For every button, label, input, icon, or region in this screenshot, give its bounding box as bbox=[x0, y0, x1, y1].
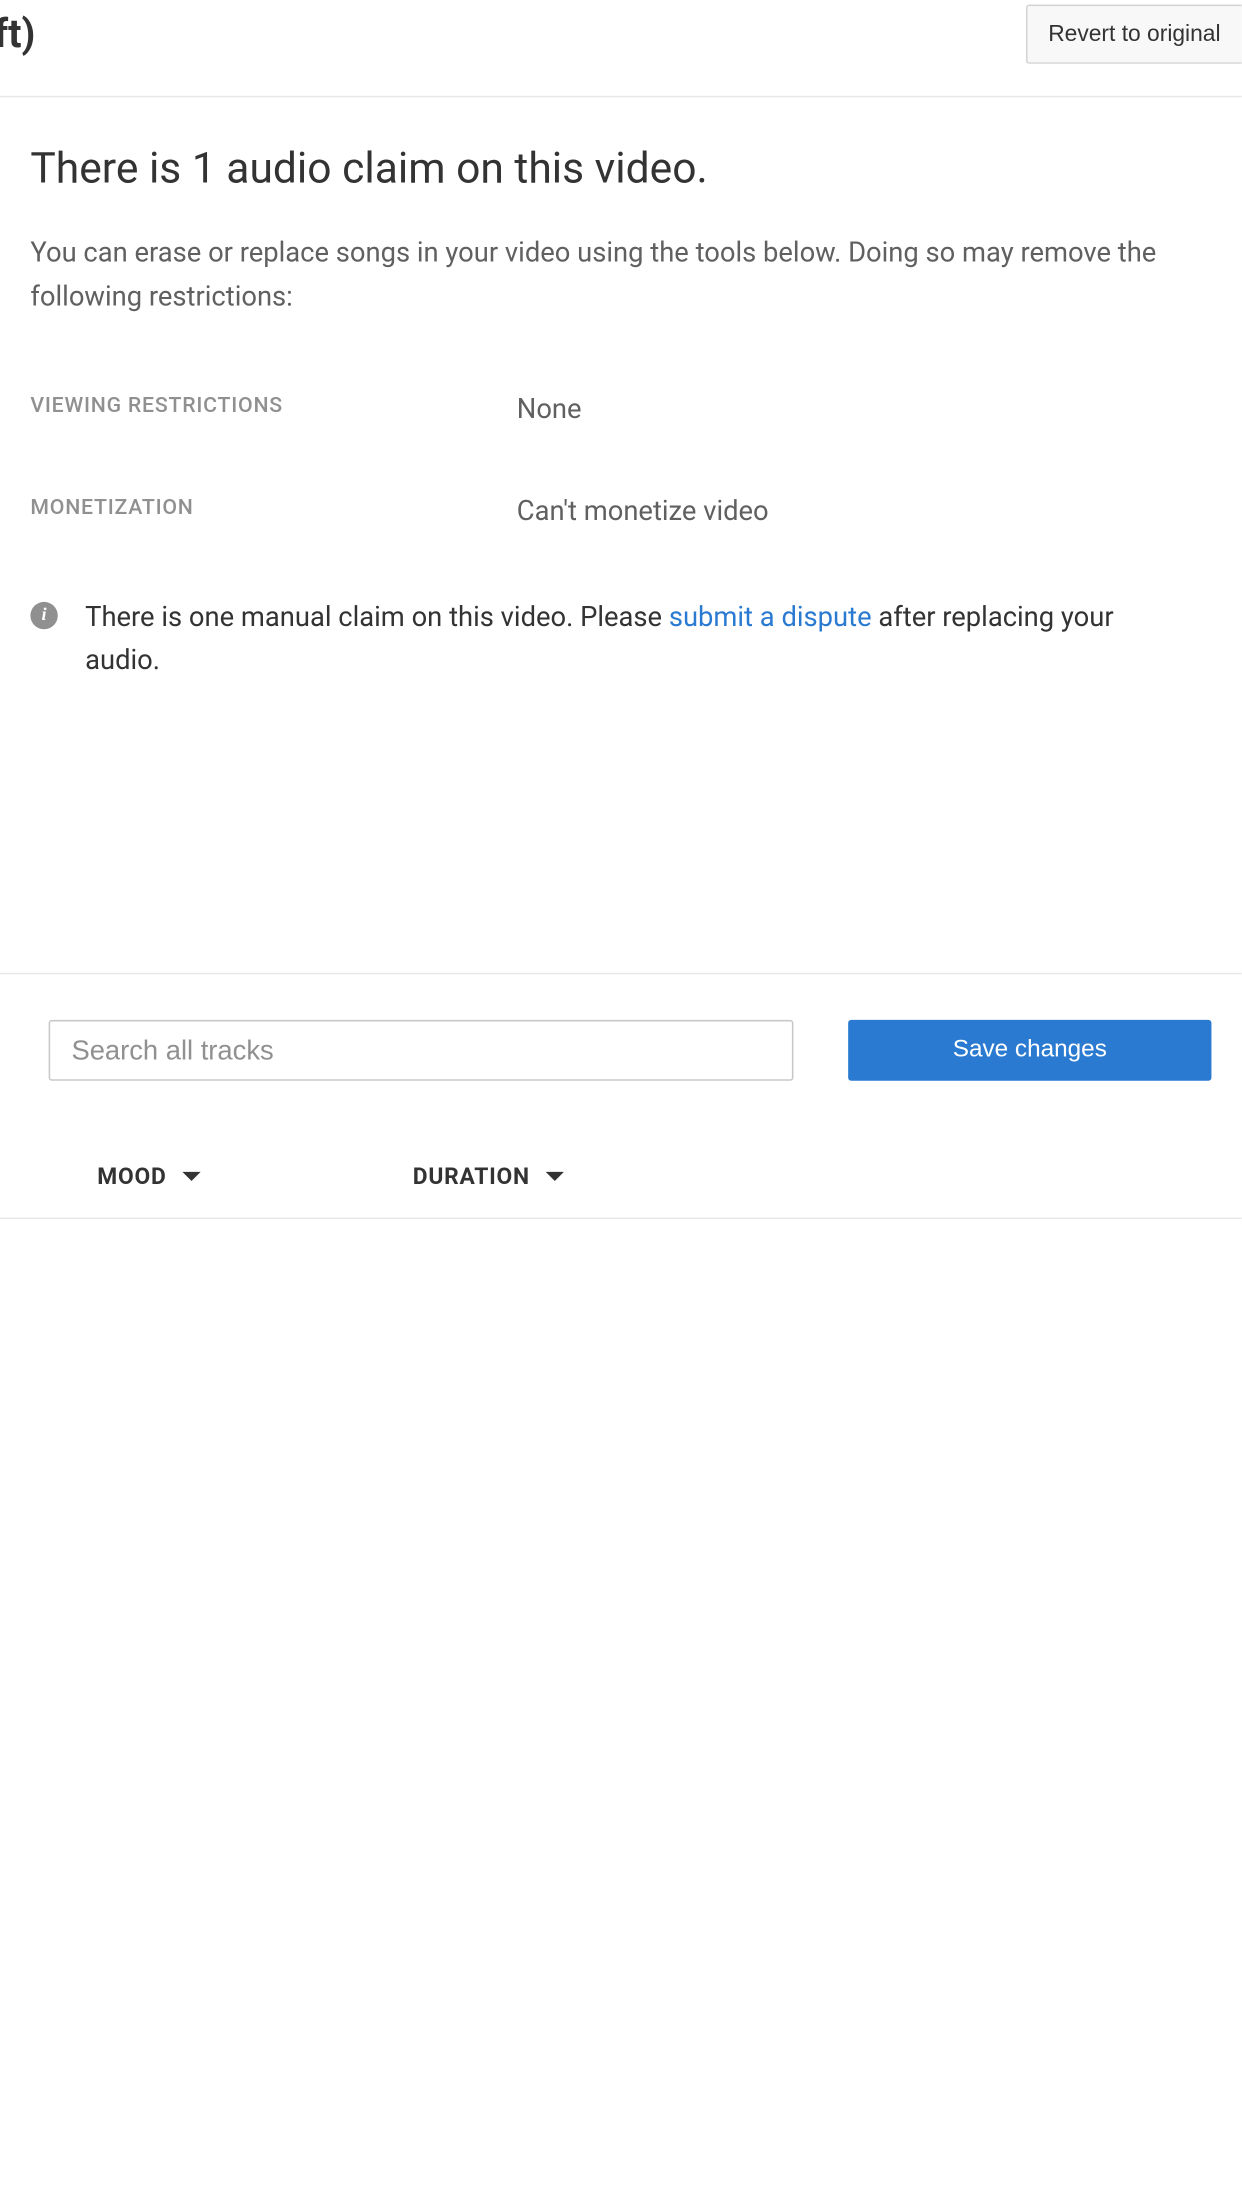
info-note: i There is one manual claim on this vide… bbox=[30, 597, 1211, 685]
info-prefix: There is one manual claim on this video.… bbox=[85, 601, 669, 633]
mood-filter-label: MOOD bbox=[97, 1163, 166, 1190]
info-text: There is one manual claim on this video.… bbox=[85, 597, 1193, 685]
claim-title: There is 1 audio claim on this video. bbox=[30, 143, 1211, 193]
mood-filter[interactable]: MOOD bbox=[97, 1163, 200, 1190]
chevron-down-icon bbox=[545, 1172, 563, 1181]
duration-filter-label: DURATION bbox=[413, 1163, 530, 1190]
submit-dispute-link[interactable]: submit a dispute bbox=[669, 601, 872, 633]
viewing-restrictions-label: VIEWING RESTRICTIONS bbox=[30, 393, 516, 425]
claim-description: You can erase or replace songs in your v… bbox=[30, 233, 1211, 321]
save-button[interactable]: Save changes bbox=[848, 1020, 1211, 1081]
monetization-value: Can't monetize video bbox=[517, 495, 769, 527]
monetization-row: MONETIZATION Can't monetize video bbox=[30, 495, 1211, 527]
filter-row: MOOD DURATION bbox=[49, 1163, 1212, 1218]
tracks-toolbar: Save changes bbox=[49, 1020, 1212, 1081]
revert-button[interactable]: Revert to original bbox=[1025, 5, 1241, 64]
claim-content: There is 1 audio claim on this video. Yo… bbox=[0, 97, 1242, 684]
page-title-fragment: eft) bbox=[0, 11, 35, 57]
tracks-divider bbox=[0, 1218, 1242, 1220]
search-input[interactable] bbox=[49, 1020, 794, 1081]
monetization-label: MONETIZATION bbox=[30, 495, 516, 527]
viewing-restrictions-row: VIEWING RESTRICTIONS None bbox=[30, 393, 1211, 425]
tracks-section: Save changes MOOD DURATION bbox=[0, 973, 1242, 1219]
page-header: eft) Revert to original bbox=[0, 0, 1242, 97]
viewing-restrictions-value: None bbox=[517, 393, 582, 425]
duration-filter[interactable]: DURATION bbox=[413, 1163, 564, 1190]
info-icon: i bbox=[30, 601, 57, 628]
chevron-down-icon bbox=[182, 1172, 200, 1181]
